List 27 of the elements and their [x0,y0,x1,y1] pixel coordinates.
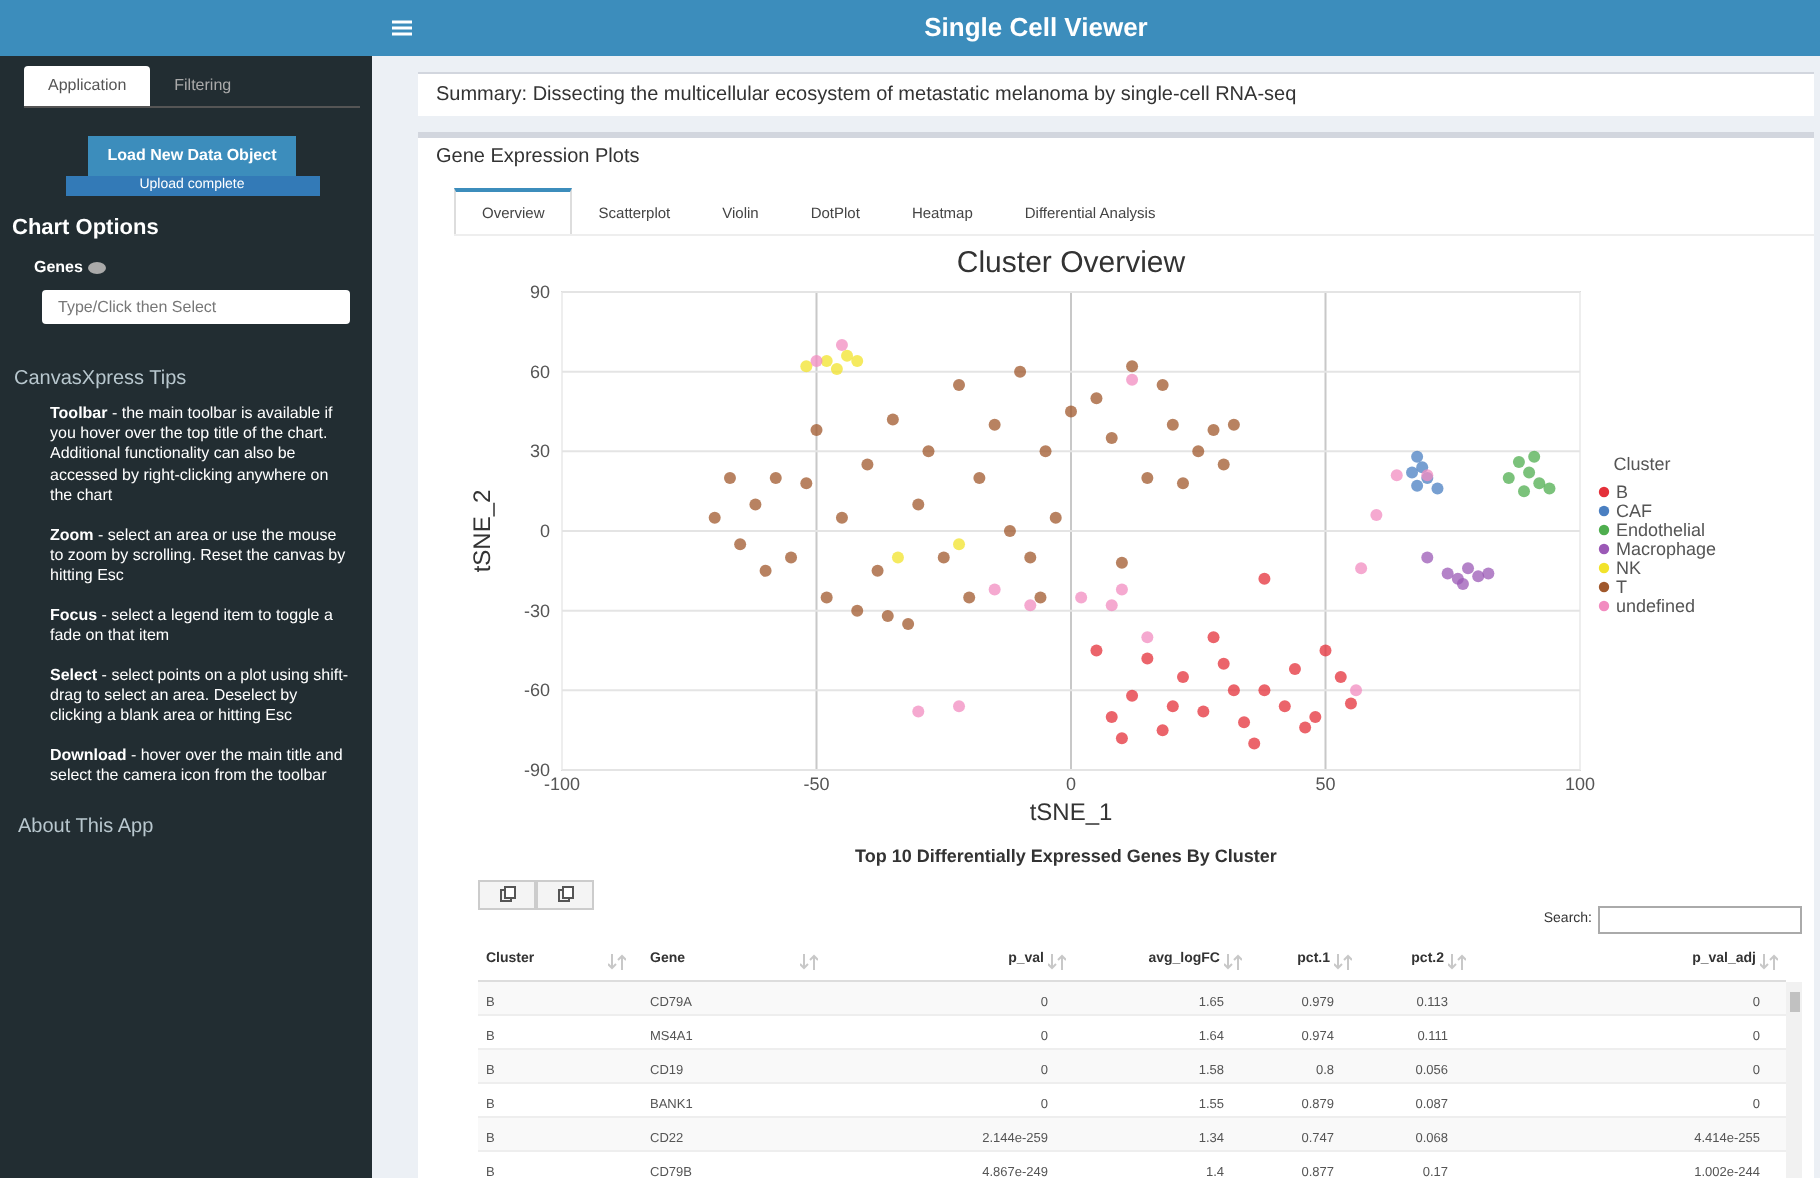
panel-title: Gene Expression Plots [434,144,642,172]
tip-text: Select - select points on a plot using shift-drag to select an area. Deselect by clicking a blank area or hitting Esc [50,665,350,728]
tip-text: Toolbar - the main toolbar is available if you hover over the top title of the chart. Additional functionality can also be accessed by right-clicking anywhere on the chart [50,403,335,508]
y-axis-label: tSNE_2 [468,490,496,573]
y-tick-label: 0 [539,521,550,542]
legend-title: Cluster [1613,454,1671,475]
tip-text: Download - hover over the main title and select the camera icon from the toolbar [50,745,345,788]
y-tick-label: 90 [529,282,550,303]
x-tick-label: -100 [544,774,580,795]
x-tick-label: 100 [1564,774,1596,795]
x-tick-label: -50 [803,774,830,795]
app-title: Single Cell Viewer [922,10,1150,47]
tip-text: Focus - select a legend item to toggle a fade on that item [50,605,335,648]
y-tick-label: 60 [529,362,550,383]
y-tick-label: -90 [523,760,550,781]
y-tick-label: -60 [523,680,550,701]
tip-text: Zoom - select an area or use the mouse to zoom by scrolling. Reset the canvas by hitting Esc [50,525,348,588]
section-heading: CanvasXpress Tips [14,365,189,393]
table-title: Top 10 Differentially Expressed Genes By Cluster [853,844,1279,871]
summary-text: Summary: Dissecting the multicellular ecosystem of metastatic melanoma by single-cell RNA-seq [418,72,1814,116]
x-axis-label: tSNE_1 [1029,798,1113,827]
field-label: Genes [34,255,83,279]
y-tick-label: 30 [529,441,550,462]
y-tick-label: -30 [523,601,550,622]
x-tick-label: 0 [1066,774,1076,795]
x-tick-label: 50 [1315,774,1336,795]
section-heading: Chart Options [12,214,161,244]
